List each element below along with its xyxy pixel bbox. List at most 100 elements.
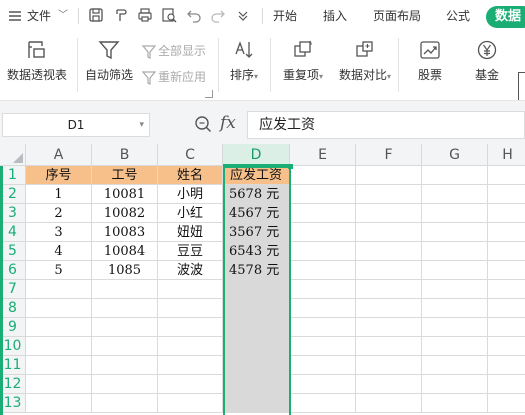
cell-b13[interactable] bbox=[92, 394, 158, 413]
cell-c12[interactable] bbox=[158, 375, 223, 394]
spreadsheet-grid[interactable]: A B C D E F G H 1 序号 工号 姓名 应发工资 2 1 10081 小明 5678 元 3 2 1008… bbox=[0, 144, 525, 415]
cell-d3[interactable]: 4567 元 bbox=[223, 204, 290, 223]
cell-d13[interactable] bbox=[223, 394, 290, 413]
formula-input[interactable]: 应发工资 bbox=[247, 111, 525, 139]
cell-e6[interactable] bbox=[290, 261, 356, 280]
cell-g13[interactable] bbox=[422, 394, 488, 413]
cell-e10[interactable] bbox=[290, 337, 356, 356]
show-all-button[interactable]: 全部显示 bbox=[141, 42, 206, 60]
cell-h8[interactable] bbox=[488, 299, 525, 318]
cell-g4[interactable] bbox=[422, 223, 488, 242]
cell-h11[interactable] bbox=[488, 356, 525, 375]
tab-data[interactable]: 数据 bbox=[486, 6, 525, 28]
cell-c2[interactable]: 小明 bbox=[158, 185, 223, 204]
cell-e9[interactable] bbox=[290, 318, 356, 337]
cell-c13[interactable] bbox=[158, 394, 223, 413]
cell-d8[interactable] bbox=[223, 299, 290, 318]
sort-button[interactable]: 排序▾ bbox=[226, 40, 262, 83]
column-header-g[interactable]: G bbox=[422, 144, 488, 166]
cell-c9[interactable] bbox=[158, 318, 223, 337]
row-header-5[interactable]: 5 bbox=[0, 242, 26, 261]
chevron-down-icon[interactable]: ▾ bbox=[139, 114, 144, 136]
row-header-10[interactable]: 10 bbox=[0, 337, 26, 356]
cell-h7[interactable] bbox=[488, 280, 525, 299]
cell-g9[interactable] bbox=[422, 318, 488, 337]
cell-f7[interactable] bbox=[356, 280, 422, 299]
column-header-a[interactable]: A bbox=[26, 144, 92, 166]
redo-icon[interactable] bbox=[210, 7, 228, 25]
save-icon[interactable] bbox=[88, 7, 106, 25]
cell-g2[interactable] bbox=[422, 185, 488, 204]
cell-b2[interactable]: 10081 bbox=[92, 185, 158, 204]
cell-g5[interactable] bbox=[422, 242, 488, 261]
print-preview-icon[interactable] bbox=[161, 7, 179, 25]
cell-d10[interactable] bbox=[223, 337, 290, 356]
cell-b1[interactable]: 工号 bbox=[92, 166, 158, 185]
insert-function-button[interactable]: fx bbox=[220, 113, 236, 133]
row-header-3[interactable]: 3 bbox=[0, 204, 26, 223]
row-header-8[interactable]: 8 bbox=[0, 299, 26, 318]
cell-h12[interactable] bbox=[488, 375, 525, 394]
cell-e11[interactable] bbox=[290, 356, 356, 375]
zoom-lookup-icon[interactable] bbox=[194, 115, 212, 136]
cell-b10[interactable] bbox=[92, 337, 158, 356]
cell-a7[interactable] bbox=[26, 280, 92, 299]
cell-h1[interactable] bbox=[488, 166, 525, 185]
cell-e7[interactable] bbox=[290, 280, 356, 299]
cell-d11[interactable] bbox=[223, 356, 290, 375]
cell-b8[interactable] bbox=[92, 299, 158, 318]
cell-c11[interactable] bbox=[158, 356, 223, 375]
cell-e5[interactable] bbox=[290, 242, 356, 261]
tab-home[interactable]: 开始 bbox=[273, 0, 297, 32]
cell-b4[interactable]: 10083 bbox=[92, 223, 158, 242]
column-header-d[interactable]: D bbox=[223, 144, 290, 166]
cell-f8[interactable] bbox=[356, 299, 422, 318]
cell-h5[interactable] bbox=[488, 242, 525, 261]
column-header-c[interactable]: C bbox=[158, 144, 223, 166]
row-header-11[interactable]: 11 bbox=[0, 356, 26, 375]
cell-a1[interactable]: 序号 bbox=[26, 166, 92, 185]
select-all-corner[interactable] bbox=[0, 144, 26, 166]
cell-a2[interactable]: 1 bbox=[26, 185, 92, 204]
column-header-f[interactable]: F bbox=[356, 144, 422, 166]
cell-d9[interactable] bbox=[223, 318, 290, 337]
cell-f4[interactable] bbox=[356, 223, 422, 242]
row-header-7[interactable]: 7 bbox=[0, 280, 26, 299]
cell-b9[interactable] bbox=[92, 318, 158, 337]
cell-h9[interactable] bbox=[488, 318, 525, 337]
cell-c3[interactable]: 小红 bbox=[158, 204, 223, 223]
cell-c6[interactable]: 波波 bbox=[158, 261, 223, 280]
print-icon[interactable] bbox=[137, 7, 155, 25]
cell-f6[interactable] bbox=[356, 261, 422, 280]
cell-f11[interactable] bbox=[356, 356, 422, 375]
cell-g11[interactable] bbox=[422, 356, 488, 375]
cell-b7[interactable] bbox=[92, 280, 158, 299]
tab-page-layout[interactable]: 页面布局 bbox=[373, 0, 421, 32]
dialog-launcher-icon[interactable] bbox=[205, 90, 213, 98]
column-header-e[interactable]: E bbox=[290, 144, 356, 166]
cell-d2[interactable]: 5678 元 bbox=[223, 185, 290, 204]
cell-f10[interactable] bbox=[356, 337, 422, 356]
cell-d4[interactable]: 3567 元 bbox=[223, 223, 290, 242]
cell-g10[interactable] bbox=[422, 337, 488, 356]
cell-e12[interactable] bbox=[290, 375, 356, 394]
cell-g8[interactable] bbox=[422, 299, 488, 318]
cell-g1[interactable] bbox=[422, 166, 488, 185]
cell-e1[interactable] bbox=[290, 166, 356, 185]
cell-f3[interactable] bbox=[356, 204, 422, 223]
cell-d6[interactable]: 4578 元 bbox=[223, 261, 290, 280]
cell-f13[interactable] bbox=[356, 394, 422, 413]
cell-e13[interactable] bbox=[290, 394, 356, 413]
fund-button[interactable]: 基金 bbox=[467, 40, 507, 83]
cell-a10[interactable] bbox=[26, 337, 92, 356]
row-header-6[interactable]: 6 bbox=[0, 261, 26, 280]
cell-a8[interactable] bbox=[26, 299, 92, 318]
tab-formulas[interactable]: 公式 bbox=[446, 0, 470, 32]
reapply-button[interactable]: 重新应用 bbox=[141, 68, 206, 86]
cell-b11[interactable] bbox=[92, 356, 158, 375]
cell-c5[interactable]: 豆豆 bbox=[158, 242, 223, 261]
cell-e4[interactable] bbox=[290, 223, 356, 242]
cell-h6[interactable] bbox=[488, 261, 525, 280]
cell-g3[interactable] bbox=[422, 204, 488, 223]
cell-g12[interactable] bbox=[422, 375, 488, 394]
